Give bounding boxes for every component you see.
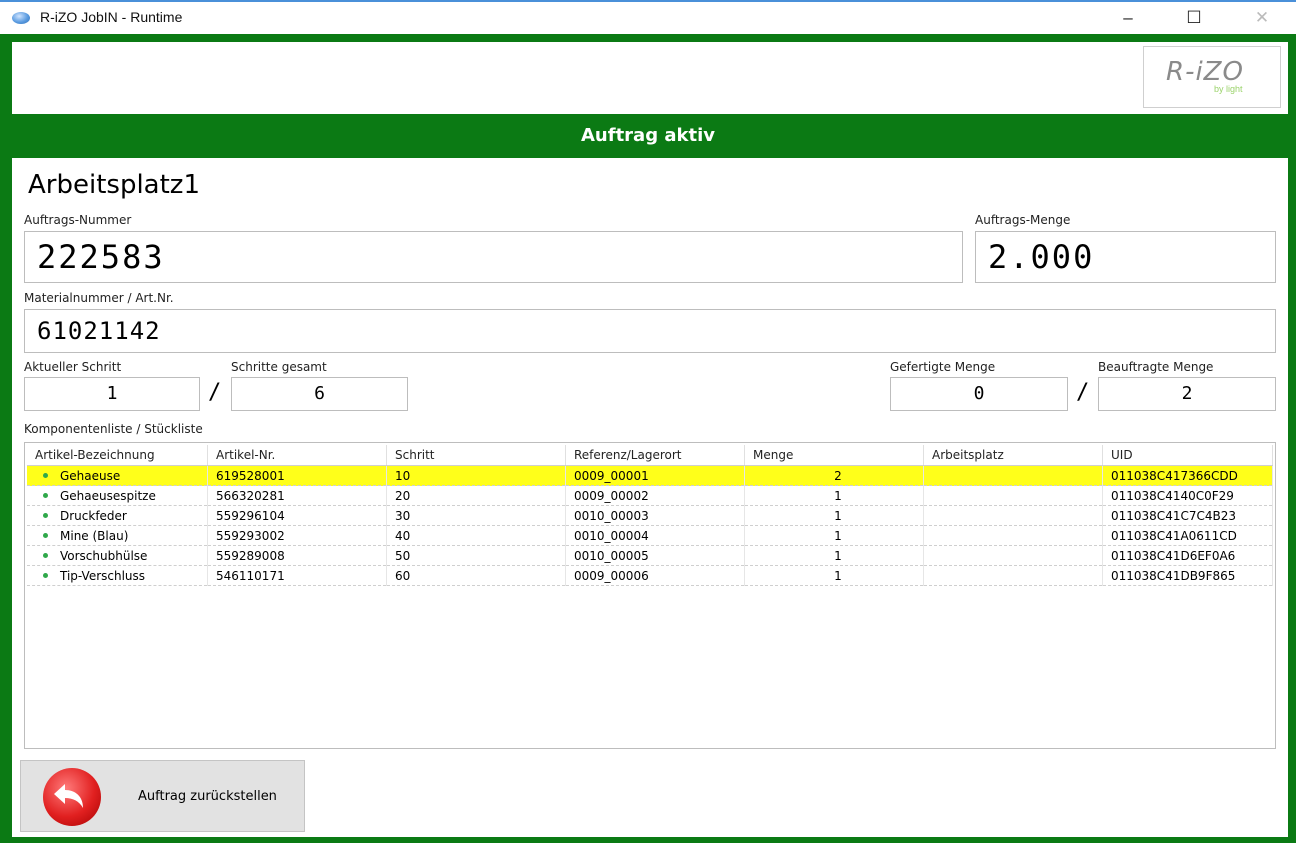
- table-cell: [923, 525, 1103, 546]
- table-cell: 10: [386, 465, 566, 486]
- table-cell: 559296104: [207, 505, 387, 526]
- table-cell: 0009_00002: [565, 485, 745, 506]
- table-cell: 619528001: [207, 465, 387, 486]
- table-cell: 011038C4140C0F29: [1102, 485, 1273, 506]
- table-cell: Vorschubhülse: [27, 545, 208, 566]
- workplace-title: Arbeitsplatz1: [28, 170, 200, 200]
- table-cell: Gehaeuse: [27, 465, 208, 486]
- produced-qty-label: Gefertigte Menge: [890, 360, 996, 374]
- window-titlebar: R-iZO JobIN - Runtime – ☐ ✕: [0, 0, 1296, 34]
- table-cell: 011038C41A0611CD: [1102, 525, 1273, 546]
- table-cell: 1: [744, 525, 924, 546]
- status-banner: Auftrag aktiv: [0, 114, 1296, 158]
- table-cell: 0010_00004: [565, 525, 745, 546]
- column-header[interactable]: Referenz/Lagerort: [565, 445, 745, 466]
- order-number-label: Auftrags-Nummer: [24, 213, 132, 227]
- table-cell: 546110171: [207, 565, 387, 586]
- table-cell: 60: [386, 565, 566, 586]
- column-header[interactable]: Artikel-Nr.: [207, 445, 387, 466]
- company-logo: R-iZO by light: [1143, 46, 1281, 108]
- table-cell: 0010_00005: [565, 545, 745, 566]
- table-cell: 1: [744, 485, 924, 506]
- ordered-qty-field: 2: [1098, 377, 1276, 411]
- postpone-order-label: Auftrag zurückstellen: [138, 789, 277, 804]
- table-cell: 50: [386, 545, 566, 566]
- window-title: R-iZO JobIN - Runtime: [40, 9, 183, 25]
- header-panel: [12, 42, 1288, 115]
- status-dot-icon: [43, 492, 48, 498]
- table-cell: 1: [744, 505, 924, 526]
- table-cell: 1: [744, 565, 924, 586]
- component-list-label: Komponentenliste / Stückliste: [24, 422, 203, 436]
- table-cell: [923, 565, 1103, 586]
- column-header[interactable]: Arbeitsplatz: [923, 445, 1103, 466]
- status-dot-icon: [43, 472, 48, 478]
- logo-text: R-iZO: [1166, 57, 1244, 87]
- minimize-button[interactable]: –: [1108, 6, 1148, 30]
- postpone-order-button[interactable]: Auftrag zurückstellen: [20, 760, 305, 832]
- status-dot-icon: [43, 512, 48, 518]
- logo-subtext: by light: [1214, 84, 1243, 94]
- table-row[interactable]: Vorschubhülse 559289008 50 0010_00005 1 …: [27, 545, 1273, 566]
- table-cell: 30: [386, 505, 566, 526]
- component-table[interactable]: Artikel-Bezeichnung Artikel-Nr. Schritt …: [24, 442, 1276, 749]
- material-number-field: 61021142: [24, 309, 1276, 353]
- material-number-label: Materialnummer / Art.Nr.: [24, 291, 174, 305]
- status-dot-icon: [43, 552, 48, 558]
- current-step-field: 1: [24, 377, 200, 411]
- column-header[interactable]: Artikel-Bezeichnung: [27, 445, 208, 466]
- table-cell: 20: [386, 485, 566, 506]
- table-cell: 011038C41C7C4B23: [1102, 505, 1273, 526]
- table-cell: 011038C41DB9F865: [1102, 565, 1273, 586]
- table-cell: 559289008: [207, 545, 387, 566]
- qty-separator: /: [1076, 380, 1090, 405]
- table-cell: [923, 505, 1103, 526]
- total-steps-label: Schritte gesamt: [231, 360, 327, 374]
- table-cell: Gehaeusespitze: [27, 485, 208, 506]
- table-cell: 0009_00006: [565, 565, 745, 586]
- table-cell: 40: [386, 525, 566, 546]
- table-row[interactable]: Druckfeder 559296104 30 0010_00003 1 011…: [27, 505, 1273, 526]
- step-separator: /: [208, 380, 222, 405]
- table-cell: 011038C417366CDD: [1102, 465, 1273, 486]
- table-cell: Mine (Blau): [27, 525, 208, 546]
- table-cell: 2: [744, 465, 924, 486]
- maximize-button[interactable]: ☐: [1174, 6, 1214, 30]
- produced-qty-field: 0: [890, 377, 1068, 411]
- order-qty-label: Auftrags-Menge: [975, 213, 1071, 227]
- table-header-row: Artikel-Bezeichnung Artikel-Nr. Schritt …: [27, 445, 1273, 466]
- table-cell: Tip-Verschluss: [27, 565, 208, 586]
- table-cell: [923, 545, 1103, 566]
- order-qty-field: 2.000: [975, 231, 1276, 283]
- ordered-qty-label: Beauftragte Menge: [1098, 360, 1214, 374]
- table-cell: [923, 485, 1103, 506]
- table-cell: Druckfeder: [27, 505, 208, 526]
- table-cell: 566320281: [207, 485, 387, 506]
- table-cell: 1: [744, 545, 924, 566]
- status-dot-icon: [43, 532, 48, 538]
- table-row[interactable]: Mine (Blau) 559293002 40 0010_00004 1 01…: [27, 525, 1273, 546]
- column-header[interactable]: Schritt: [386, 445, 566, 466]
- table-cell: 011038C41D6EF0A6: [1102, 545, 1273, 566]
- table-row[interactable]: Gehaeusespitze 566320281 20 0009_00002 1…: [27, 485, 1273, 506]
- close-button[interactable]: ✕: [1242, 6, 1282, 30]
- current-step-label: Aktueller Schritt: [24, 360, 122, 374]
- table-cell: 559293002: [207, 525, 387, 546]
- table-cell: [923, 465, 1103, 486]
- table-cell: 0009_00001: [565, 465, 745, 486]
- column-header[interactable]: UID: [1102, 445, 1273, 466]
- table-cell: 0010_00003: [565, 505, 745, 526]
- table-row[interactable]: Gehaeuse 619528001 10 0009_00001 2 01103…: [27, 465, 1273, 486]
- order-number-field: 222583: [24, 231, 963, 283]
- table-row[interactable]: Tip-Verschluss 546110171 60 0009_00006 1…: [27, 565, 1273, 586]
- total-steps-field: 6: [231, 377, 408, 411]
- column-header[interactable]: Menge: [744, 445, 924, 466]
- undo-arrow-icon: [43, 768, 101, 826]
- app-icon: [12, 12, 30, 24]
- status-dot-icon: [43, 572, 48, 578]
